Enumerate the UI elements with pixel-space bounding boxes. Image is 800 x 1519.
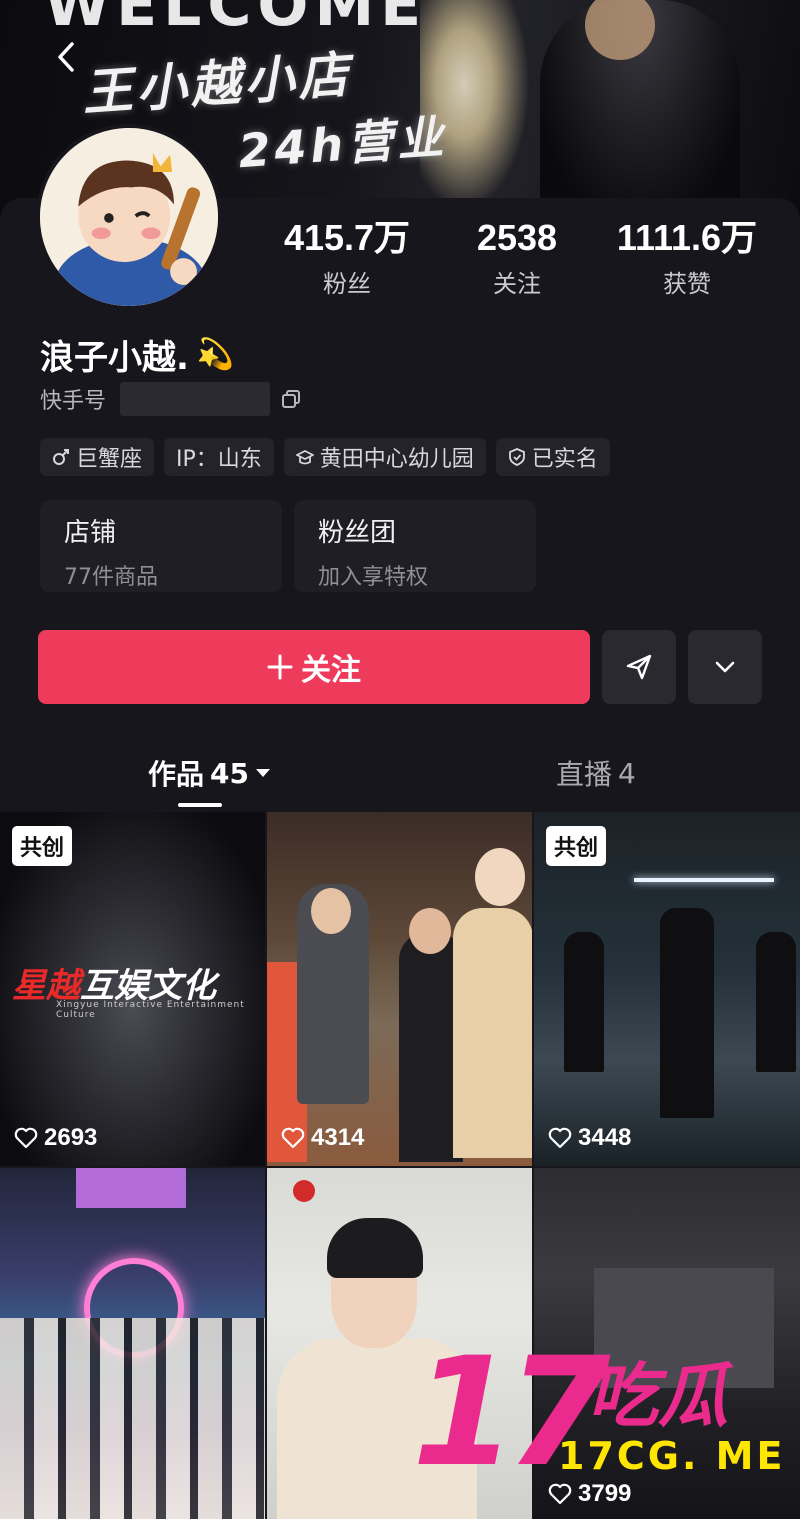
male-icon bbox=[53, 449, 69, 465]
stat-likes[interactable]: 1111.6万 获赞 bbox=[602, 218, 772, 299]
photo-person bbox=[756, 932, 796, 1072]
fan-club-title: 粉丝团 bbox=[318, 518, 397, 548]
tag-ip-text: IP：山东 bbox=[176, 447, 262, 472]
photo-person bbox=[564, 932, 604, 1072]
paper-plane-icon bbox=[626, 654, 652, 680]
following-label: 关注 bbox=[493, 270, 541, 298]
photo-person-face bbox=[311, 888, 351, 934]
plus-icon bbox=[267, 654, 293, 680]
video-tile[interactable]: 共创 星越互娱文化 Xingyue Interactive Entertainm… bbox=[0, 812, 265, 1166]
tab-live-label: 直播 bbox=[556, 758, 613, 791]
banner-welcome-text: WELCOME bbox=[44, 0, 428, 40]
video-likes: 4314 bbox=[281, 1124, 364, 1152]
copy-icon[interactable] bbox=[280, 388, 302, 410]
video-likes-count: 4314 bbox=[311, 1124, 365, 1151]
followers-count: 415.7万 bbox=[283, 217, 411, 258]
chevron-left-icon bbox=[58, 42, 74, 72]
nickname-text: 浪子小越. bbox=[40, 338, 189, 378]
likes-count: 1111.6万 bbox=[616, 217, 758, 258]
shop-subtitle: 77件商品 bbox=[64, 565, 158, 590]
heart-icon bbox=[14, 1127, 38, 1149]
photo-person-face bbox=[409, 908, 451, 954]
profile-nickname: 浪子小越. 💫 bbox=[40, 330, 234, 379]
video-likes: 2693 bbox=[14, 1124, 97, 1152]
ceiling-light bbox=[634, 878, 774, 882]
fan-club-card[interactable]: 粉丝团 加入享特权 bbox=[294, 500, 536, 592]
video-likes-count: 2693 bbox=[44, 1124, 98, 1151]
heart-icon bbox=[548, 1483, 572, 1505]
chevron-down-icon bbox=[715, 661, 735, 673]
heart-icon bbox=[548, 1127, 572, 1149]
photo-person-hair bbox=[327, 1218, 423, 1278]
fan-club-subtitle: 加入享特权 bbox=[318, 565, 429, 590]
tab-live-count: 4 bbox=[618, 756, 636, 790]
red-lantern bbox=[293, 1180, 315, 1202]
follow-button[interactable]: 关注 bbox=[38, 630, 590, 704]
kuaishou-id-value-redacted bbox=[120, 382, 271, 416]
tag-zodiac-text: 巨蟹座 bbox=[76, 447, 143, 472]
followers-label: 粉丝 bbox=[323, 270, 371, 298]
tag-ip-location[interactable]: IP：山东 bbox=[164, 438, 274, 476]
tag-school-text: 黄田中心幼儿园 bbox=[319, 447, 474, 472]
share-button[interactable] bbox=[602, 630, 676, 704]
profile-stats: 415.7万 粉丝 2538 关注 1111.6万 获赞 bbox=[262, 218, 772, 299]
collab-badge: 共创 bbox=[12, 826, 73, 866]
video-likes: 3799 bbox=[548, 1480, 631, 1508]
room-window bbox=[594, 1268, 774, 1388]
video-tile[interactable] bbox=[267, 1168, 532, 1519]
cartoon-boy-avatar-image bbox=[40, 128, 218, 306]
caret-down-icon bbox=[255, 769, 270, 777]
tag-school[interactable]: 黄田中心幼儿园 bbox=[283, 438, 486, 476]
tag-verified-text: 已实名 bbox=[531, 447, 598, 472]
video-tile[interactable]: 3799 bbox=[534, 1168, 800, 1519]
likes-label: 获赞 bbox=[663, 270, 711, 298]
video-likes: 3448 bbox=[548, 1124, 631, 1152]
stat-following[interactable]: 2538 关注 bbox=[432, 218, 602, 299]
content-tabs: 作品 45 直播 4 bbox=[0, 745, 800, 811]
photo-person-face bbox=[475, 848, 525, 906]
profile-tags: 巨蟹座 IP：山东 黄田中心幼儿园 已实名 bbox=[40, 438, 610, 476]
banner-slogan-line2: 24h营业 bbox=[236, 109, 449, 179]
studio-logo-subtitle: Xingyue Interactive Entertainment Cultur… bbox=[56, 1000, 245, 1020]
video-tile[interactable] bbox=[0, 1168, 265, 1519]
video-grid: 共创 星越互娱文化 Xingyue Interactive Entertainm… bbox=[0, 812, 800, 1519]
stat-followers[interactable]: 415.7万 粉丝 bbox=[262, 218, 432, 299]
back-button[interactable] bbox=[52, 40, 84, 80]
video-tile[interactable]: 共创 3448 bbox=[534, 812, 800, 1166]
profile-features: 店铺 77件商品 粉丝团 加入享特权 bbox=[40, 500, 536, 592]
photo-person bbox=[660, 908, 714, 1118]
shop-title: 店铺 bbox=[64, 518, 117, 548]
photo-person bbox=[453, 908, 532, 1158]
tag-zodiac[interactable]: 巨蟹座 bbox=[40, 438, 155, 476]
heart-icon bbox=[281, 1127, 305, 1149]
tag-verified[interactable]: 已实名 bbox=[495, 438, 610, 476]
school-icon bbox=[295, 450, 314, 465]
video-tile[interactable]: 4314 bbox=[267, 812, 532, 1166]
following-count: 2538 bbox=[476, 217, 558, 258]
stage-neon-light bbox=[76, 1168, 186, 1208]
video-likes-count: 3799 bbox=[578, 1480, 632, 1507]
collab-badge: 共创 bbox=[546, 826, 607, 866]
kuaishou-id-label: 快手号 bbox=[40, 389, 107, 414]
dizzy-star-emoji-icon: 💫 bbox=[196, 337, 235, 372]
photo-person-body bbox=[277, 1338, 477, 1519]
more-button[interactable] bbox=[688, 630, 762, 704]
avatar[interactable] bbox=[36, 124, 222, 310]
action-row: 关注 bbox=[38, 630, 762, 704]
tab-works[interactable]: 作品 45 bbox=[148, 753, 271, 793]
verified-shield-icon bbox=[508, 448, 525, 466]
tab-works-count: 45 bbox=[210, 756, 249, 790]
active-tab-indicator bbox=[178, 803, 222, 807]
tab-live[interactable]: 直播 4 bbox=[556, 753, 636, 793]
follow-button-label: 关注 bbox=[301, 653, 361, 688]
shop-card[interactable]: 店铺 77件商品 bbox=[40, 500, 282, 592]
tab-works-label: 作品 bbox=[148, 758, 205, 791]
video-likes-count: 3448 bbox=[578, 1124, 632, 1151]
kuaishou-id-row: 快手号 bbox=[40, 382, 302, 416]
group-photo-crowd bbox=[0, 1318, 265, 1519]
